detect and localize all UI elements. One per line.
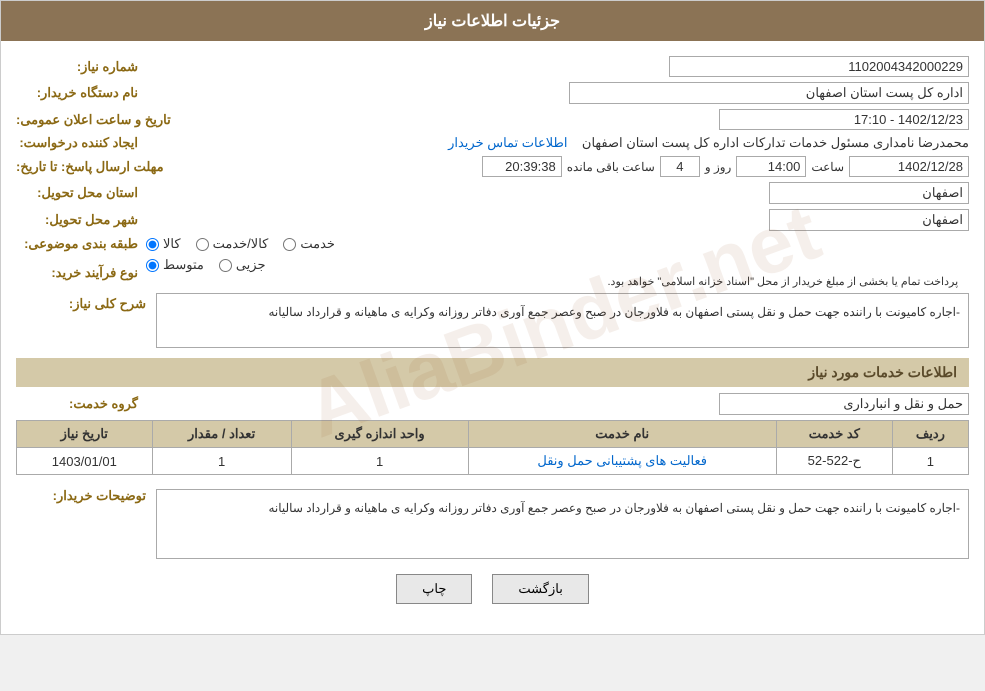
buyer-org-value: اداره کل پست استان اصفهان [146, 82, 969, 104]
process-jozii-radio[interactable] [219, 259, 232, 272]
need-number-value: 1102004342000229 [146, 56, 969, 77]
process-motavasset-label: متوسط [163, 257, 204, 273]
process-label: نوع فرآیند خرید: [16, 265, 146, 281]
row-number: 1 [892, 448, 968, 475]
buyer-org-input: اداره کل پست استان اصفهان [569, 82, 969, 104]
buyer-description-text: -اجاره کامیونت با راننده جهت حمل و نقل پ… [268, 501, 960, 515]
need-description-content: AliaBinder.net -اجاره کامیونت با راننده … [156, 293, 969, 348]
services-section-title: اطلاعات خدمات مورد نیاز [16, 358, 969, 387]
deadline-remaining-label: ساعت باقی مانده [567, 160, 655, 174]
city-label: شهر محل تحویل: [16, 212, 146, 228]
row-code: ح-522-52 [776, 448, 892, 475]
col-header-row: ردیف [892, 421, 968, 448]
back-button[interactable]: بازگشت [492, 574, 588, 604]
creator-label: ایجاد کننده درخواست: [16, 135, 146, 151]
page-header: جزئیات اطلاعات نیاز [1, 1, 984, 41]
buyer-description-content: -اجاره کامیونت با راننده جهت حمل و نقل پ… [156, 485, 969, 559]
need-description-section: شرح کلی نیاز: AliaBinder.net -اجاره کامی… [16, 293, 969, 348]
service-group-value: حمل و نقل و انبارداری [146, 393, 969, 415]
print-button[interactable]: چاپ [396, 574, 472, 604]
province-row: استان محل تحویل: اصفهان [16, 182, 969, 204]
deadline-remaining-input: 20:39:38 [482, 156, 562, 177]
category-radio-group: کالا کالا/خدمت خدمت [146, 236, 969, 252]
process-value: متوسط جزیی پرداخت تمام یا بخشی از مبلغ خ… [146, 257, 969, 288]
province-input: اصفهان [769, 182, 969, 204]
content-area: شماره نیاز: 1102004342000229 نام دستگاه … [1, 41, 984, 634]
category-option-kala[interactable]: کالا [146, 236, 181, 252]
category-value: کالا کالا/خدمت خدمت [146, 236, 969, 252]
deadline-value: 1402/12/28 ساعت 14:00 روز و 4 ساعت باقی … [172, 156, 969, 177]
category-kala-radio[interactable] [146, 238, 159, 251]
deadline-days-label: روز و [705, 160, 732, 174]
col-header-code: کد خدمت [776, 421, 892, 448]
deadline-date-input: 1402/12/28 [849, 156, 969, 177]
col-header-quantity: تعداد / مقدار [152, 421, 291, 448]
deadline-days-input: 4 [660, 156, 700, 177]
creator-value: محمدرضا نامداری مسئول خدمات تدارکات ادار… [146, 135, 969, 151]
col-header-name: نام خدمت [468, 421, 776, 448]
row-unit: 1 [291, 448, 468, 475]
city-row: شهر محل تحویل: اصفهان [16, 209, 969, 231]
buyer-org-label: نام دستگاه خریدار: [16, 85, 146, 101]
need-number-row: شماره نیاز: 1102004342000229 [16, 56, 969, 77]
category-khedmat-label: خدمت [300, 236, 335, 252]
category-option-kala-khedmat[interactable]: کالا/خدمت [196, 236, 269, 252]
buyer-description-label: توضیحات خریدار: [16, 485, 146, 504]
province-label: استان محل تحویل: [16, 185, 146, 201]
col-header-date: تاریخ نیاز [17, 421, 153, 448]
process-note: پرداخت تمام یا بخشی از مبلغ خریدار از مح… [608, 276, 959, 288]
announcement-date-input: 1402/12/23 - 17:10 [719, 109, 969, 130]
services-table: ردیف کد خدمت نام خدمت واحد اندازه گیری ت… [16, 420, 969, 475]
row-quantity: 1 [152, 448, 291, 475]
deadline-time-input: 14:00 [736, 156, 806, 177]
process-row: نوع فرآیند خرید: متوسط جزیی پرداخت تمام … [16, 257, 969, 288]
province-value: اصفهان [146, 182, 969, 204]
announcement-date-row: تاریخ و ساعت اعلان عمومی: 1402/12/23 - 1… [16, 109, 969, 130]
buyer-org-row: نام دستگاه خریدار: اداره کل پست استان اص… [16, 82, 969, 104]
need-number-label: شماره نیاز: [16, 59, 146, 75]
category-kala-khedmat-radio[interactable] [196, 238, 209, 251]
announcement-date-label: تاریخ و ساعت اعلان عمومی: [16, 112, 179, 128]
category-khedmat-radio[interactable] [283, 238, 296, 251]
process-motavasset-radio[interactable] [146, 259, 159, 272]
process-radio-group: متوسط جزیی [146, 257, 969, 273]
service-group-row: گروه خدمت: حمل و نقل و انبارداری [16, 393, 969, 415]
category-kala-label: کالا [163, 236, 181, 252]
process-jozii-label: جزیی [236, 257, 266, 273]
need-description-text: -اجاره کامیونت با راننده جهت حمل و نقل پ… [268, 305, 960, 319]
process-option-motavasset[interactable]: متوسط [146, 257, 204, 273]
deadline-row: مهلت ارسال پاسخ: تا تاریخ: 1402/12/28 سا… [16, 156, 969, 177]
row-date: 1403/01/01 [17, 448, 153, 475]
category-kala-khedmat-label: کالا/خدمت [213, 236, 269, 252]
page-wrapper: جزئیات اطلاعات نیاز شماره نیاز: 11020043… [0, 0, 985, 635]
service-group-label: گروه خدمت: [16, 396, 146, 412]
process-option-jozii[interactable]: جزیی [219, 257, 266, 273]
need-description-label: شرح کلی نیاز: [16, 293, 146, 312]
deadline-label: مهلت ارسال پاسخ: تا تاریخ: [16, 159, 172, 175]
service-group-input: حمل و نقل و انبارداری [719, 393, 969, 415]
buyer-description-section: توضیحات خریدار: -اجاره کامیونت با راننده… [16, 485, 969, 559]
category-row: طبقه بندی موضوعی: کالا کالا/خدمت خدمت [16, 236, 969, 252]
deadline-date-row: 1402/12/28 ساعت 14:00 روز و 4 ساعت باقی … [172, 156, 969, 177]
buyer-description-box: -اجاره کامیونت با راننده جهت حمل و نقل پ… [156, 489, 969, 559]
creator-name: محمدرضا نامداری مسئول خدمات تدارکات ادار… [582, 135, 969, 150]
need-description-box: AliaBinder.net -اجاره کامیونت با راننده … [156, 293, 969, 348]
services-table-header: ردیف کد خدمت نام خدمت واحد اندازه گیری ت… [17, 421, 969, 448]
category-option-khedmat[interactable]: خدمت [283, 236, 335, 252]
category-label: طبقه بندی موضوعی: [16, 236, 146, 252]
col-header-unit: واحد اندازه گیری [291, 421, 468, 448]
buttons-row: بازگشت چاپ [16, 574, 969, 604]
city-value: اصفهان [146, 209, 969, 231]
city-input: اصفهان [769, 209, 969, 231]
row-name[interactable]: فعالیت های پشتیبانی حمل ونقل [468, 448, 776, 475]
contact-link[interactable]: اطلاعات تماس خریدار [448, 135, 567, 150]
deadline-time-label: ساعت [811, 160, 844, 174]
announcement-date-value: 1402/12/23 - 17:10 [179, 109, 969, 130]
page-title: جزئیات اطلاعات نیاز [425, 13, 560, 30]
table-row: 1 ح-522-52 فعالیت های پشتیبانی حمل ونقل … [17, 448, 969, 475]
creator-row: ایجاد کننده درخواست: محمدرضا نامداری مسئ… [16, 135, 969, 151]
need-number-input: 1102004342000229 [669, 56, 969, 77]
